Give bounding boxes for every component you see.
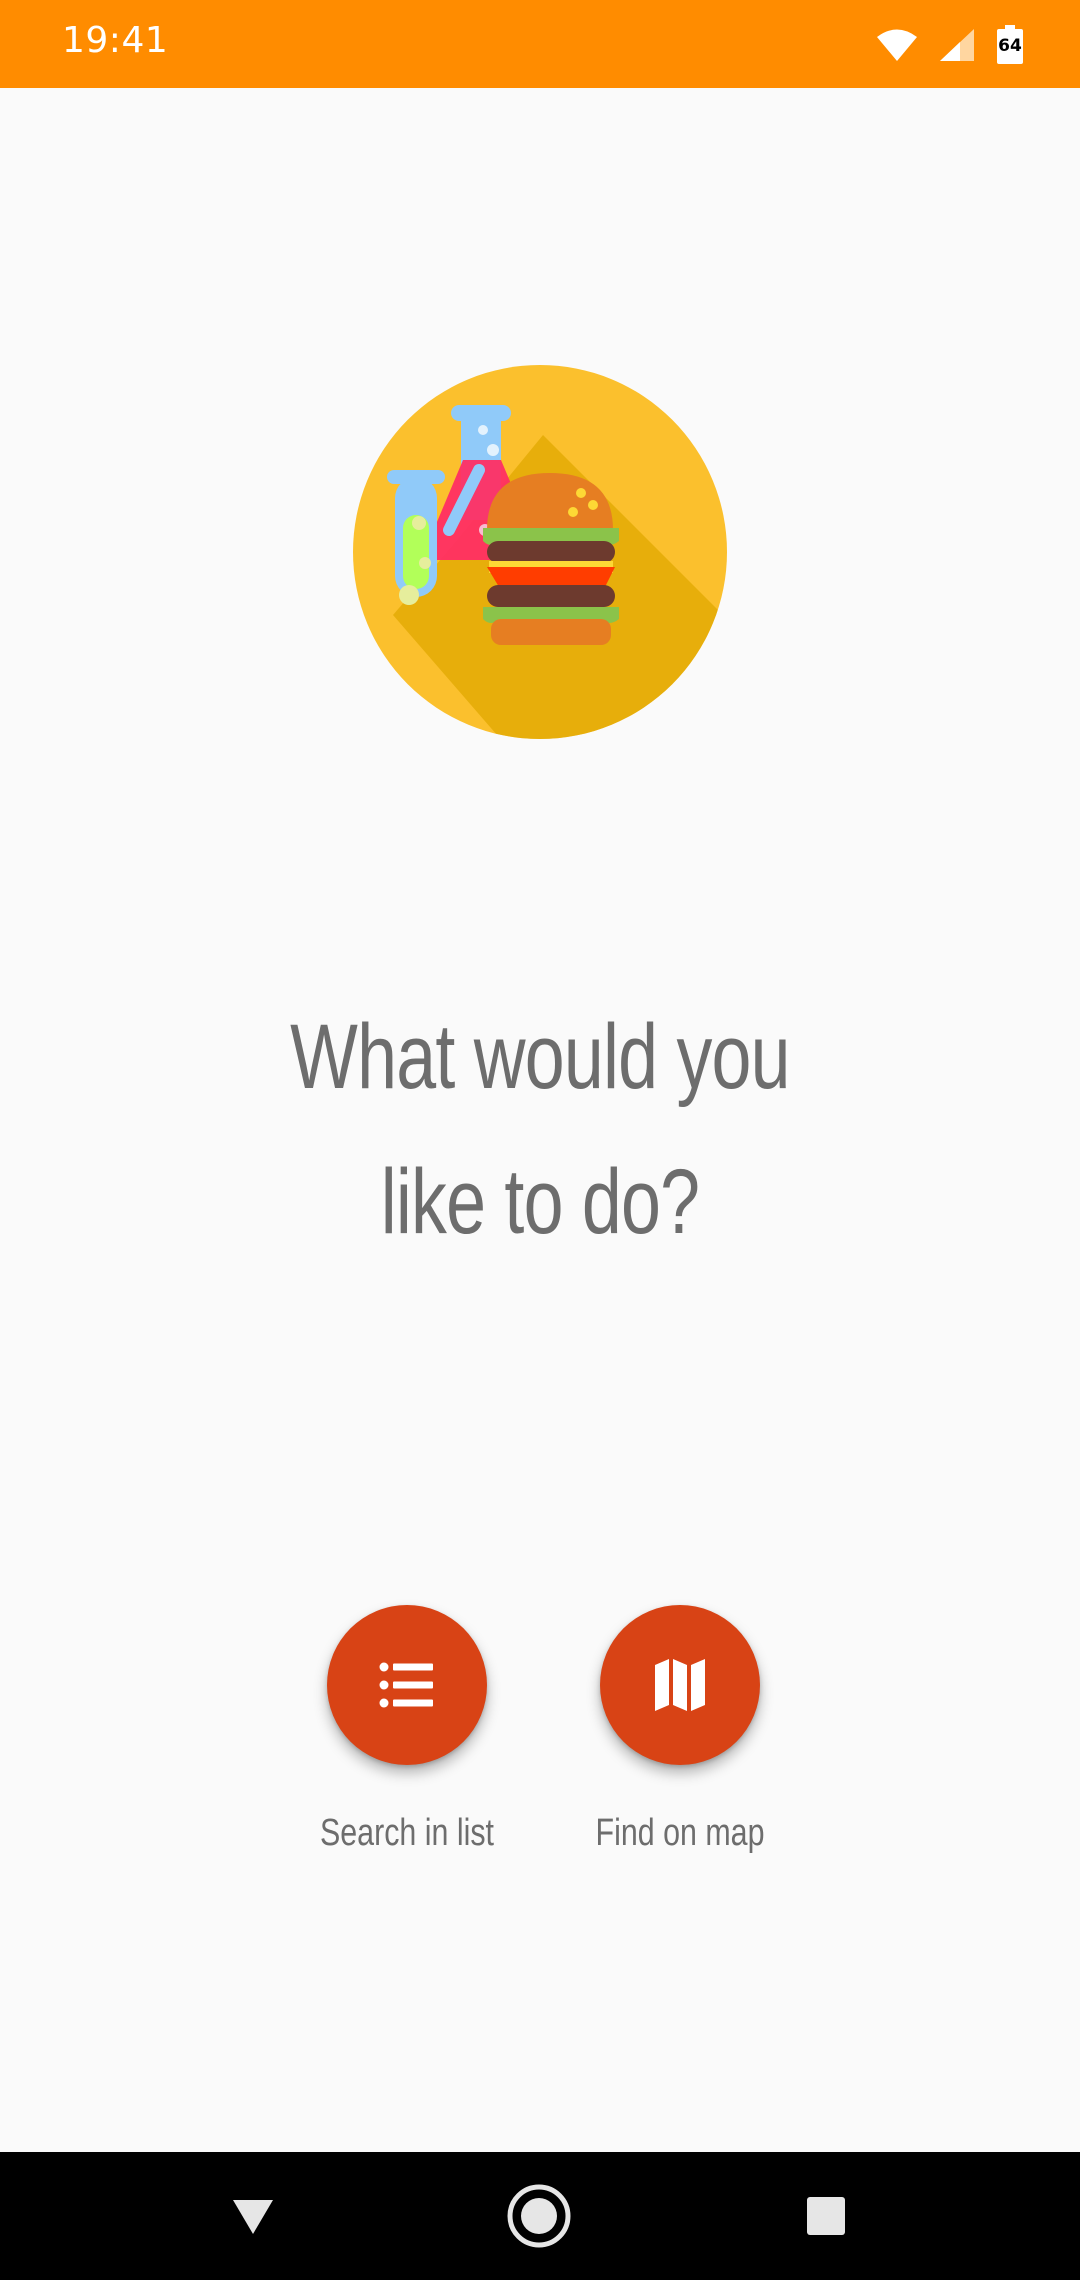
find-on-map-label[interactable]: Find on map xyxy=(576,1812,784,1855)
battery-icon: 64 xyxy=(996,25,1024,65)
map-icon xyxy=(655,1659,705,1711)
recents-button[interactable] xyxy=(766,2152,886,2280)
list-icon xyxy=(379,1662,433,1708)
home-icon xyxy=(507,2184,571,2248)
status-time: 19:41 xyxy=(62,20,169,61)
burger-lab-logo xyxy=(353,365,727,739)
navigation-bar xyxy=(0,2152,1080,2280)
status-bar: 19:41 64 xyxy=(0,0,1080,88)
question-line-1: What would you xyxy=(290,1006,790,1108)
home-button[interactable] xyxy=(479,2152,599,2280)
search-in-list-button[interactable] xyxy=(327,1605,487,1765)
question-line-2: like to do? xyxy=(380,1151,700,1253)
app-screen: 19:41 64 What would you like to do? Sear… xyxy=(0,0,1080,2280)
search-in-list-label[interactable]: Search in list xyxy=(303,1812,511,1855)
find-on-map-button[interactable] xyxy=(600,1605,760,1765)
status-icons: 64 xyxy=(876,24,1024,66)
back-button[interactable] xyxy=(193,2152,313,2280)
wifi-icon xyxy=(877,29,917,61)
question-heading: What would you like to do? xyxy=(228,985,852,1275)
cell-signal-icon xyxy=(940,29,974,61)
recents-icon xyxy=(807,2197,845,2235)
back-icon xyxy=(233,2200,273,2234)
battery-level: 64 xyxy=(998,36,1022,56)
